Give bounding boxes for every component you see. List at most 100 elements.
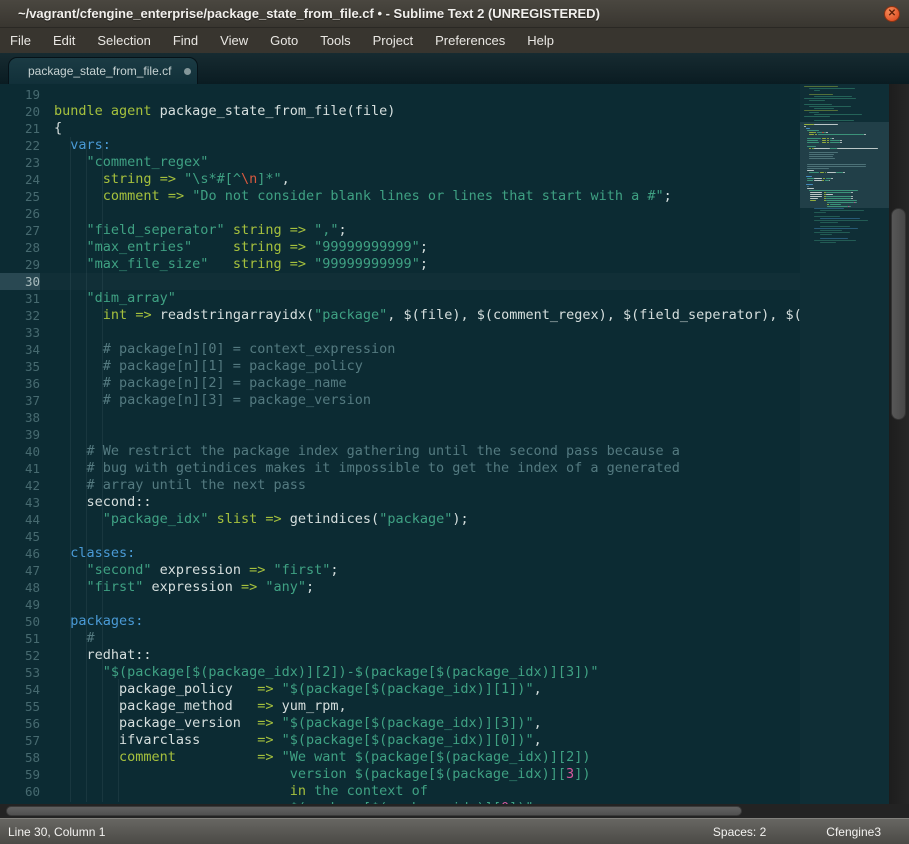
- vertical-scrollbar-thumb[interactable]: [891, 208, 906, 420]
- code-line[interactable]: 41 # bug with getindices makes it imposs…: [0, 460, 800, 477]
- code-token: "dim_array": [54, 290, 176, 306]
- code-token: [265, 562, 273, 578]
- menu-help[interactable]: Help: [516, 28, 565, 53]
- horizontal-scrollbar[interactable]: [0, 804, 909, 818]
- code-token: "package_idx": [103, 511, 209, 527]
- vertical-scrollbar[interactable]: [889, 84, 909, 818]
- line-number: 42: [0, 477, 40, 494]
- code-line[interactable]: 30: [0, 273, 800, 290]
- code-token: [273, 749, 281, 765]
- code-token: package_state_from_file(file): [152, 103, 396, 119]
- code-token: the context of: [306, 783, 428, 799]
- code-line[interactable]: 27 "field_seperator" string => ",";: [0, 222, 800, 239]
- code-line[interactable]: 22 vars:: [0, 137, 800, 154]
- code-token: package_method: [54, 698, 257, 714]
- code-line[interactable]: 45: [0, 528, 800, 545]
- horizontal-scrollbar-thumb[interactable]: [6, 806, 742, 816]
- code-line[interactable]: 44 "package_idx" slist => getindices("pa…: [0, 511, 800, 528]
- line-number: 30: [0, 273, 40, 290]
- code-line[interactable]: 49: [0, 596, 800, 613]
- code-line[interactable]: 31 "dim_array": [0, 290, 800, 307]
- code-token: =>: [290, 256, 306, 272]
- code-line[interactable]: 55 package_method => yum_rpm,: [0, 698, 800, 715]
- line-number: 45: [0, 528, 40, 545]
- menu-view[interactable]: View: [209, 28, 259, 53]
- code-line[interactable]: 33: [0, 324, 800, 341]
- code-text: [40, 426, 54, 442]
- code-token: "Do not consider blank lines or lines th…: [192, 188, 663, 204]
- line-number: 28: [0, 239, 40, 256]
- code-line[interactable]: 57 ifvarclass => "$(package[$(package_id…: [0, 732, 800, 749]
- code-line[interactable]: 23 "comment_regex": [0, 154, 800, 171]
- code-line[interactable]: 54 package_policy => "$(package[$(packag…: [0, 681, 800, 698]
- menu-preferences[interactable]: Preferences: [424, 28, 516, 53]
- code-line[interactable]: 32 int => readstringarrayidx("package", …: [0, 307, 800, 324]
- code-text: [40, 86, 54, 102]
- code-line[interactable]: 39: [0, 426, 800, 443]
- code-line[interactable]: 58 comment => "We want $(package[$(packa…: [0, 749, 800, 766]
- line-number: 47: [0, 562, 40, 579]
- line-number: 33: [0, 324, 40, 341]
- code-token: int: [103, 307, 127, 323]
- code-token: "field_seperator": [54, 222, 225, 238]
- tab-package-state-from-file[interactable]: package_state_from_file.cf: [8, 57, 198, 84]
- code-token: =>: [290, 239, 306, 255]
- code-line[interactable]: 26: [0, 205, 800, 222]
- code-line[interactable]: 43 second::: [0, 494, 800, 511]
- code-token: "$(package[$(package_idx)][1])": [282, 681, 534, 697]
- menu-project[interactable]: Project: [362, 28, 424, 53]
- line-number: 57: [0, 732, 40, 749]
- code-line[interactable]: 36 # package[n][2] = package_name: [0, 375, 800, 392]
- code-line[interactable]: 48 "first" expression => "any";: [0, 579, 800, 596]
- code-text: packages:: [40, 613, 143, 629]
- menu-edit[interactable]: Edit: [42, 28, 86, 53]
- menu-selection[interactable]: Selection: [86, 28, 161, 53]
- code-line[interactable]: 28 "max_entries" string => "99999999999"…: [0, 239, 800, 256]
- line-number: 27: [0, 222, 40, 239]
- code-line[interactable]: 40 # We restrict the package index gathe…: [0, 443, 800, 460]
- code-line[interactable]: 52 redhat::: [0, 647, 800, 664]
- code-line[interactable]: 20bundle agent package_state_from_file(f…: [0, 103, 800, 120]
- code-line[interactable]: 29 "max_file_size" string => "9999999999…: [0, 256, 800, 273]
- close-icon[interactable]: ✕: [884, 6, 900, 22]
- code-token: [273, 732, 281, 748]
- code-line[interactable]: 47 "second" expression => "first";: [0, 562, 800, 579]
- code-line[interactable]: 42 # array until the next pass: [0, 477, 800, 494]
- code-line[interactable]: 59 version $(package[$(package_idx)][3]): [0, 766, 800, 783]
- code-line[interactable]: 46 classes:: [0, 545, 800, 562]
- indent-guide: [102, 143, 103, 802]
- code-line[interactable]: 25 comment => "Do not consider blank lin…: [0, 188, 800, 205]
- status-syntax-mode[interactable]: Cfengine3: [826, 825, 881, 839]
- code-line[interactable]: 51 #: [0, 630, 800, 647]
- code-line[interactable]: 35 # package[n][1] = package_policy: [0, 358, 800, 375]
- code-area[interactable]: 1920bundle agent package_state_from_file…: [0, 84, 800, 818]
- code-line[interactable]: 60 in the context of: [0, 783, 800, 800]
- code-line[interactable]: 38: [0, 409, 800, 426]
- code-token: ifvarclass: [54, 732, 257, 748]
- code-line[interactable]: 50 packages:: [0, 613, 800, 630]
- code-token: ;: [420, 256, 428, 272]
- code-line[interactable]: 56 package_version => "$(package[$(packa…: [0, 715, 800, 732]
- menu-file[interactable]: File: [0, 28, 42, 53]
- line-number: 43: [0, 494, 40, 511]
- menu-goto[interactable]: Goto: [259, 28, 309, 53]
- menu-find[interactable]: Find: [162, 28, 209, 53]
- code-token: =>: [241, 579, 257, 595]
- code-line[interactable]: 37 # package[n][3] = package_version: [0, 392, 800, 409]
- status-indent-setting[interactable]: Spaces: 2: [713, 825, 766, 839]
- line-number: 53: [0, 664, 40, 681]
- code-token: package_policy: [54, 681, 257, 697]
- menu-tools[interactable]: Tools: [309, 28, 361, 53]
- code-token: string: [233, 256, 282, 272]
- code-line[interactable]: 24 string => "\s*#[^\n]*",: [0, 171, 800, 188]
- code-line[interactable]: 34 # package[n][0] = context_expression: [0, 341, 800, 358]
- minimap[interactable]: [800, 84, 889, 818]
- title-bar[interactable]: ~/vagrant/cfengine_enterprise/package_st…: [0, 0, 909, 28]
- code-token: ]*": [257, 171, 281, 187]
- code-line[interactable]: 19: [0, 86, 800, 103]
- code-line[interactable]: 53 "$(package[$(package_idx)][2])-$(pack…: [0, 664, 800, 681]
- code-token: #: [54, 630, 95, 646]
- code-line[interactable]: 21{: [0, 120, 800, 137]
- line-number: 38: [0, 409, 40, 426]
- line-number: 41: [0, 460, 40, 477]
